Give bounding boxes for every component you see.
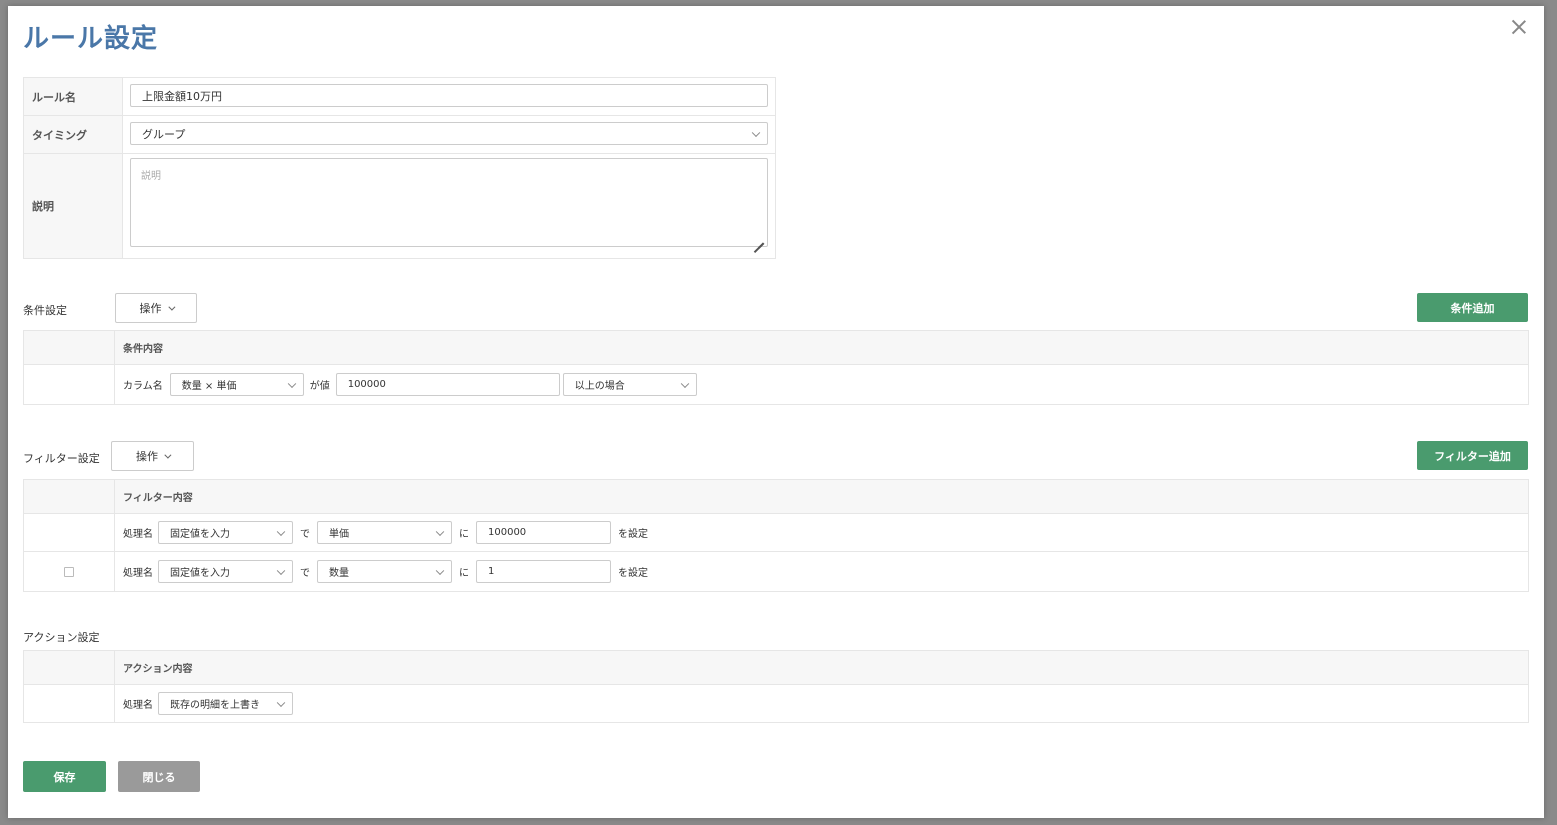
description-textarea[interactable]: 説明 (130, 158, 768, 247)
table-row: 処理名 固定値を入力 で 単価 に 100000 を設定 (24, 514, 1528, 552)
condition-value-input[interactable]: 100000 (335, 373, 560, 396)
description-label: 説明 (24, 154, 123, 258)
ni-label: に (459, 529, 469, 540)
timing-select-value: グループ (142, 127, 186, 141)
chevron-down-icon (287, 379, 296, 388)
filters-operation-label: 操作 (136, 450, 158, 463)
target-column-value: 数量 (329, 568, 349, 579)
filters-section-label: フィルター設定 (23, 452, 100, 465)
column-name-label: カラム名 (123, 381, 163, 392)
table-row: 処理名 固定値を入力 で 数量 に 1 を設定 (24, 552, 1528, 591)
target-column-value: 単価 (329, 529, 349, 540)
chevron-down-icon (276, 698, 286, 707)
row-checkbox[interactable] (64, 566, 74, 577)
process-select-value: 固定値を入力 (170, 568, 230, 579)
action-process-select[interactable]: 既存の明細を上書き (158, 692, 293, 715)
filters-header-label: フィルター内容 (123, 493, 193, 504)
ni-label: に (459, 568, 469, 579)
table-row: カラム名 数量 × 単価 が値 100000 以上の場合 (24, 365, 1528, 404)
rule-name-row: ルール名 上限金額10万円 (24, 78, 775, 116)
chevron-down-icon (276, 566, 286, 575)
set-label: を設定 (618, 568, 648, 579)
rule-info-table: ルール名 上限金額10万円 タイミング グループ 説明 説明 (23, 77, 776, 259)
chevron-down-icon (680, 379, 689, 388)
action-process-value: 既存の明細を上書き (170, 700, 260, 711)
de-label: で (300, 568, 310, 579)
chevron-down-icon (164, 451, 172, 459)
process-name-label: 処理名 (123, 529, 153, 540)
chevron-down-icon (435, 527, 445, 536)
close-icon[interactable] (1510, 18, 1528, 36)
ga-value-label: が値 (309, 381, 330, 392)
table-row: 処理名 既存の明細を上書き (24, 685, 1528, 722)
process-select[interactable]: 固定値を入力 (158, 560, 293, 583)
column-select-value: 数量 × 単価 (181, 381, 237, 392)
chevron-down-icon (435, 566, 445, 575)
description-row: 説明 説明 (24, 154, 775, 258)
conditions-operation-label: 操作 (139, 302, 162, 315)
target-column-select[interactable]: 数量 (317, 560, 452, 583)
comparison-select[interactable]: 以上の場合 (562, 373, 697, 396)
conditions-table-header: 条件内容 (24, 331, 1528, 365)
timing-select[interactable]: グループ (130, 122, 768, 145)
set-label: を設定 (618, 529, 648, 540)
rule-settings-modal: ルール設定 ルール名 上限金額10万円 タイミング グループ 説明 説明 条件設… (8, 6, 1544, 818)
filter-value-input[interactable]: 100000 (476, 521, 611, 544)
conditions-table: 条件内容 カラム名 数量 × 単価 が値 100000 以上の場合 (23, 330, 1529, 405)
actions-header-label: アクション内容 (123, 664, 193, 675)
chevron-down-icon (276, 527, 286, 536)
filters-table-header: フィルター内容 (24, 480, 1528, 514)
modal-title: ルール設定 (23, 24, 159, 54)
process-select[interactable]: 固定値を入力 (158, 521, 293, 544)
timing-row: タイミング グループ (24, 116, 775, 154)
actions-section-label: アクション設定 (23, 631, 100, 644)
conditions-section-label: 条件設定 (23, 304, 67, 317)
rule-name-label: ルール名 (24, 78, 123, 115)
actions-table: アクション内容 処理名 既存の明細を上書き (23, 650, 1529, 723)
process-name-label: 処理名 (123, 568, 153, 579)
close-button[interactable]: 閉じる (118, 761, 200, 792)
column-select[interactable]: 数量 × 単価 (169, 373, 304, 396)
conditions-operation-button[interactable]: 操作 (115, 293, 197, 323)
save-button[interactable]: 保存 (23, 761, 106, 792)
conditions-header-label: 条件内容 (123, 344, 163, 355)
process-name-label: 処理名 (123, 700, 153, 711)
process-select-value: 固定値を入力 (170, 529, 230, 540)
chevron-down-icon (167, 303, 175, 311)
comparison-select-value: 以上の場合 (574, 381, 625, 392)
filters-table: フィルター内容 処理名 固定値を入力 で 単価 に 100000 を設定 処理名… (23, 479, 1529, 592)
filter-value-input[interactable]: 1 (476, 560, 611, 583)
target-column-select[interactable]: 単価 (317, 521, 452, 544)
chevron-down-icon (751, 128, 761, 137)
rule-name-input[interactable]: 上限金額10万円 (130, 84, 768, 107)
de-label: で (300, 529, 310, 540)
add-condition-button[interactable]: 条件追加 (1417, 293, 1528, 322)
resize-grip-icon[interactable] (754, 233, 764, 243)
add-filter-button[interactable]: フィルター追加 (1417, 441, 1528, 470)
timing-label: タイミング (24, 116, 123, 153)
actions-table-header: アクション内容 (24, 651, 1528, 685)
description-placeholder: 説明 (141, 171, 161, 182)
filters-operation-button[interactable]: 操作 (111, 441, 194, 471)
